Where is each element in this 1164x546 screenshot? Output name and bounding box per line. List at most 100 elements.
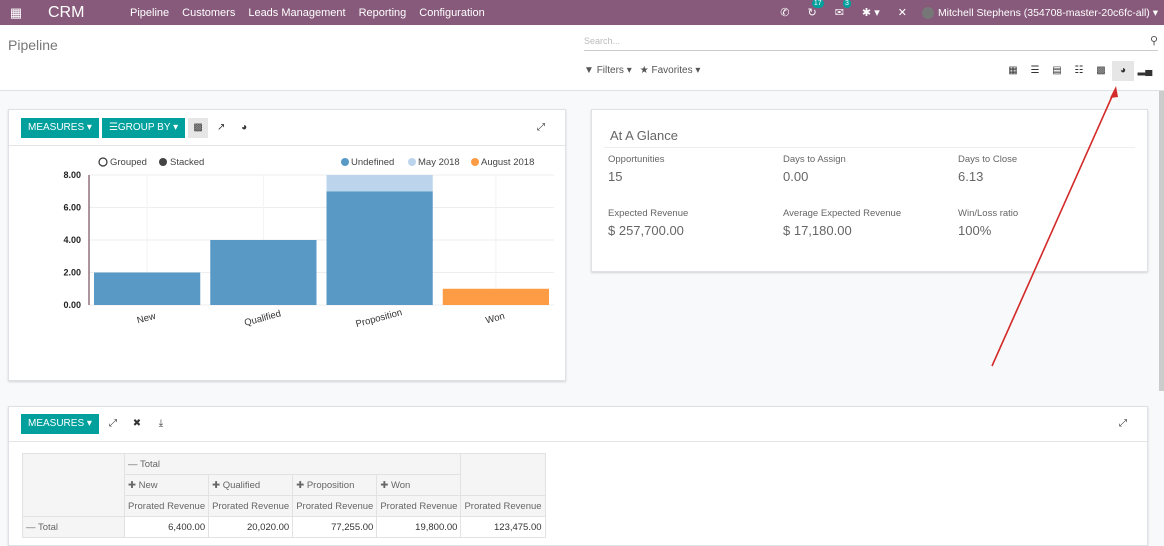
cohort-view-icon[interactable]: ▂▄ bbox=[1134, 61, 1156, 81]
expand-all-icon[interactable]: ✖ bbox=[127, 414, 147, 434]
y-tick-label: 4.00 bbox=[63, 235, 81, 245]
pie-chart-icon[interactable]: ◕ bbox=[234, 118, 254, 138]
user-menu[interactable]: Mitchell Stephens (354708-master-20c6fc-… bbox=[921, 6, 1158, 19]
legend-swatch bbox=[408, 158, 416, 166]
pivot-measure-header[interactable]: Prorated Revenue bbox=[123, 495, 210, 517]
search-options: ▼ Filters ▾ ★ Favorites ▾ bbox=[584, 65, 700, 76]
pivot-col-header[interactable]: ✚ Proposition bbox=[292, 474, 378, 496]
pivot-measure-header[interactable]: Prorated Revenue bbox=[292, 495, 378, 517]
user-name: Mitchell Stephens (354708-master-20c6fc-… bbox=[937, 6, 1150, 19]
apps-menu-icon[interactable]: ▦ bbox=[2, 5, 30, 21]
stat-expected-revenue[interactable]: Expected Revenue $ 257,700.00 bbox=[608, 208, 688, 238]
calendar-view-icon[interactable]: ▤ bbox=[1046, 61, 1068, 81]
search-input[interactable]: Search... ⚲ bbox=[584, 34, 1158, 51]
pivot-col-header[interactable]: ✚ New bbox=[123, 474, 210, 496]
stat-average-expected-revenue[interactable]: Average Expected Revenue $ 17,180.00 bbox=[783, 208, 901, 238]
pivot-total-spacer bbox=[460, 453, 546, 496]
y-tick-label: 8.00 bbox=[63, 170, 81, 180]
kanban-view-icon[interactable]: ▦ bbox=[1002, 61, 1024, 81]
glance-title: At A Glance bbox=[610, 128, 678, 143]
toolbar-divider bbox=[9, 441, 1147, 442]
activity-count-badge: 17 bbox=[811, 0, 824, 8]
menu-reporting[interactable]: Reporting bbox=[359, 7, 407, 19]
measures-dropdown[interactable]: MEASURES ▾ bbox=[21, 118, 99, 138]
favorites-button[interactable]: ★ Favorites ▾ bbox=[640, 65, 701, 76]
legend-label: Undefined bbox=[351, 157, 394, 168]
y-tick-label: 6.00 bbox=[63, 203, 81, 213]
graph-card: MEASURES ▾ ☰GROUP BY ▾ ▩ ↗ ◕ ⤢ Grouped St… bbox=[8, 109, 566, 381]
menu-leads-management[interactable]: Leads Management bbox=[248, 7, 345, 19]
dashboard-view-icon[interactable]: ◕ bbox=[1112, 61, 1134, 81]
grouped-radio bbox=[98, 157, 108, 167]
pivot-toolbar: MEASURES ▾ ⤢ ✖ ⤓ bbox=[21, 414, 171, 434]
bar-won-august-2018 bbox=[442, 288, 549, 305]
download-icon[interactable]: ⤓ bbox=[151, 414, 171, 434]
tools-icon[interactable]: ✕ bbox=[898, 6, 907, 19]
y-tick-label: 0.00 bbox=[63, 300, 81, 310]
stat-days-to-close[interactable]: Days to Close 6.13 bbox=[958, 154, 1017, 184]
grouped-label: Grouped bbox=[110, 157, 147, 168]
pivot-col-header[interactable]: ✚ Qualified bbox=[208, 474, 294, 496]
view-switcher: ▦ ☰ ▤ ☷ ▩ ◕ ▂▄ bbox=[1002, 61, 1156, 81]
group-by-dropdown[interactable]: ☰GROUP BY ▾ bbox=[101, 118, 186, 138]
pivot-measures-dropdown[interactable]: MEASURES ▾ bbox=[21, 414, 99, 434]
flip-axis-icon[interactable]: ⤢ bbox=[103, 414, 123, 434]
pivot-cell-total[interactable]: 123,475.00 bbox=[460, 516, 546, 538]
pivot-card: MEASURES ▾ ⤢ ✖ ⤓ ⤢ — Total ✚ New ✚ Quali… bbox=[8, 406, 1148, 546]
line-chart-icon[interactable]: ↗ bbox=[211, 118, 231, 138]
pivot-col-header-total[interactable]: — Total bbox=[123, 453, 462, 475]
scrollbar[interactable] bbox=[1159, 91, 1164, 391]
pivot-cell[interactable]: 77,255.00 bbox=[292, 516, 378, 538]
graph-toolbar: MEASURES ▾ ☰GROUP BY ▾ ▩ ↗ ◕ bbox=[21, 118, 254, 138]
pivot-measure-header[interactable]: Prorated Revenue bbox=[460, 495, 546, 517]
search-icon[interactable]: ⚲ bbox=[1150, 34, 1158, 49]
pivot-view-icon[interactable]: ☷ bbox=[1068, 61, 1090, 81]
stat-win-loss-ratio[interactable]: Win/Loss ratio 100% bbox=[958, 208, 1018, 238]
pivot-cell[interactable]: 20,020.00 bbox=[208, 516, 294, 538]
bar-proposition-may-2018 bbox=[326, 175, 433, 192]
messages-icon[interactable]: ✉ 3 bbox=[835, 0, 851, 19]
graph-view-icon[interactable]: ▩ bbox=[1090, 61, 1112, 81]
filters-button[interactable]: ▼ Filters ▾ bbox=[584, 65, 632, 76]
avatar bbox=[921, 6, 934, 19]
control-panel: Pipeline Search... ⚲ ▼ Filters ▾ ★ Favor… bbox=[0, 25, 1164, 91]
main-menu: Pipeline Customers Leads Management Repo… bbox=[130, 7, 485, 19]
x-tick-label: Proposition bbox=[355, 307, 404, 330]
pivot-cell[interactable]: 19,800.00 bbox=[376, 516, 462, 538]
fullscreen-icon[interactable]: ⤢ bbox=[1113, 414, 1133, 434]
y-tick-label: 2.00 bbox=[63, 268, 81, 278]
bar-chart-icon[interactable]: ▩ bbox=[188, 118, 209, 138]
legend-label: May 2018 bbox=[418, 157, 460, 168]
debug-icon[interactable]: ✱ ▾ bbox=[862, 6, 880, 19]
expand-icon[interactable]: ⤢ bbox=[531, 118, 551, 138]
bar-proposition-undefined bbox=[326, 191, 433, 305]
pivot-row-header-total[interactable]: — Total bbox=[22, 516, 125, 538]
stat-opportunities[interactable]: Opportunities 15 bbox=[608, 154, 665, 184]
x-tick-label: Qualified bbox=[243, 308, 282, 328]
stacked-radio bbox=[159, 158, 167, 166]
pivot-measure-header[interactable]: Prorated Revenue bbox=[208, 495, 294, 517]
top-navbar: ▦ CRM Pipeline Customers Leads Managemen… bbox=[0, 0, 1164, 25]
list-view-icon[interactable]: ☰ bbox=[1024, 61, 1046, 81]
table-row: — Total 6,400.00 20,020.00 77,255.00 19,… bbox=[22, 516, 546, 538]
menu-configuration[interactable]: Configuration bbox=[419, 7, 484, 19]
bar-chart: Grouped Stacked Undefined May 2018 August 20… bbox=[63, 157, 554, 330]
search-placeholder: Search... bbox=[584, 36, 621, 46]
menu-pipeline[interactable]: Pipeline bbox=[130, 7, 169, 19]
phone-icon[interactable]: ✆ bbox=[780, 6, 789, 19]
activity-icon[interactable]: ↻ 17 bbox=[807, 0, 824, 19]
menu-customers[interactable]: Customers bbox=[182, 7, 235, 19]
legend-swatch bbox=[341, 158, 349, 166]
stat-days-to-assign[interactable]: Days to Assign 0.00 bbox=[783, 154, 846, 184]
toolbar-divider bbox=[9, 145, 565, 146]
pivot-measure-header[interactable]: Prorated Revenue bbox=[376, 495, 462, 517]
message-count-badge: 3 bbox=[843, 0, 851, 8]
pivot-col-header[interactable]: ✚ Won bbox=[376, 474, 462, 496]
bar-qualified-undefined bbox=[210, 240, 317, 305]
breadcrumb: Pipeline bbox=[8, 37, 58, 53]
pivot-cell[interactable]: 6,400.00 bbox=[123, 516, 210, 538]
bar-new-undefined bbox=[94, 272, 201, 305]
caret-down-icon: ▾ bbox=[1149, 6, 1158, 19]
divider bbox=[604, 147, 1135, 148]
app-brand[interactable]: CRM bbox=[48, 4, 128, 22]
